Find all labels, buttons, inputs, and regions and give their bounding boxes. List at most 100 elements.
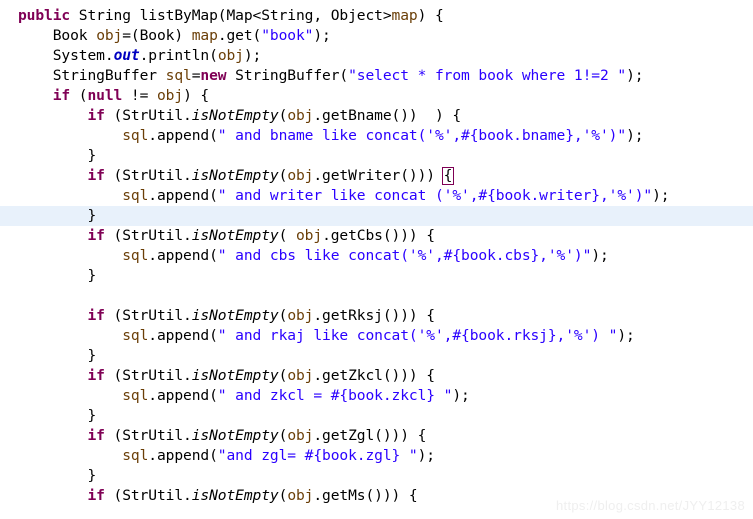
- code-line-content: }: [18, 467, 97, 484]
- code-token: "and zgl= #{book.zgl} ": [217, 447, 418, 464]
- code-line[interactable]: }: [0, 466, 753, 486]
- code-line[interactable]: if (StrUtil.isNotEmpty(obj.getBname()) )…: [0, 106, 753, 126]
- code-line-content: if (StrUtil.isNotEmpty(obj.getBname()) )…: [18, 107, 462, 124]
- code-line[interactable]: }: [0, 346, 753, 366]
- code-line[interactable]: }: [0, 266, 753, 286]
- code-line[interactable]: sql.append("and zgl= #{book.zgl} ");: [0, 446, 753, 466]
- code-line-content: sql.append(" and bname like concat('%',#…: [18, 127, 643, 144]
- code-line[interactable]: sql.append(" and cbs like concat('%',#{b…: [0, 246, 753, 266]
- code-token: obj: [287, 367, 314, 384]
- code-token: map: [191, 27, 218, 44]
- code-token: if: [87, 487, 105, 504]
- code-line[interactable]: Book obj=(Book) map.get("book");: [0, 26, 753, 46]
- code-token: sql: [122, 247, 149, 264]
- code-token: "select * from book where 1!=2 ": [348, 67, 627, 84]
- code-token: isNotEmpty: [191, 367, 279, 384]
- code-token: (: [278, 107, 288, 124]
- code-token: obj: [157, 87, 184, 104]
- code-token: if: [87, 367, 105, 384]
- code-token: " and zkcl = #{book.zkcl} ": [217, 387, 453, 404]
- code-token: (StrUtil.: [104, 227, 192, 244]
- code-line-content: if (StrUtil.isNotEmpty(obj.getZgl())) {: [18, 427, 427, 444]
- code-line[interactable]: }: [0, 146, 753, 166]
- code-line[interactable]: System.out.println(obj);: [0, 46, 753, 66]
- code-line[interactable]: sql.append(" and rkaj like concat('%',#{…: [0, 326, 753, 346]
- code-line[interactable]: if (StrUtil.isNotEmpty(obj.getZkcl())) {: [0, 366, 753, 386]
- code-token: .append(: [148, 327, 218, 344]
- code-token: (StrUtil.: [104, 427, 192, 444]
- code-line[interactable]: public String listByMap(Map<String, Obje…: [0, 6, 753, 26]
- code-token: sql: [122, 387, 149, 404]
- code-token: obj: [287, 107, 314, 124]
- code-token: obj: [217, 47, 244, 64]
- code-token: StringBuffer: [52, 67, 166, 84]
- code-token: .append(: [148, 387, 218, 404]
- code-token: sql: [122, 187, 149, 204]
- source-code-text[interactable]: public String listByMap(Map<String, Obje…: [0, 6, 753, 506]
- code-token: }: [87, 207, 97, 224]
- code-token: null: [87, 87, 123, 104]
- code-token: sql: [122, 327, 149, 344]
- code-token: ) {: [183, 87, 210, 104]
- code-token: isNotEmpty: [191, 167, 279, 184]
- code-token: if: [87, 227, 105, 244]
- code-token: .append(: [148, 447, 218, 464]
- code-line-content: if (StrUtil.isNotEmpty(obj.getZkcl())) {: [18, 367, 436, 384]
- code-token: (: [278, 427, 288, 444]
- bracket-match-highlight: {: [441, 167, 455, 185]
- code-token: .getZkcl())) {: [313, 367, 435, 384]
- code-token: " and bname like concat('%',#{book.bname…: [217, 127, 627, 144]
- code-line-content: if (StrUtil.isNotEmpty( obj.getCbs())) {: [18, 227, 436, 244]
- code-token: );: [417, 447, 435, 464]
- code-token: String listByMap(Map<String, Object>: [70, 7, 392, 24]
- code-token: .append(: [148, 247, 218, 264]
- code-token: " and cbs like concat('%',#{book.cbs},'%…: [217, 247, 592, 264]
- code-token: .append(: [148, 187, 218, 204]
- code-token: );: [452, 387, 470, 404]
- code-line[interactable]: if (StrUtil.isNotEmpty(obj.getZgl())) {: [0, 426, 753, 446]
- code-token: obj: [287, 167, 314, 184]
- code-line-current[interactable]: }: [0, 206, 753, 226]
- code-token: Book: [52, 27, 97, 44]
- code-line[interactable]: if (StrUtil.isNotEmpty( obj.getCbs())) {: [0, 226, 753, 246]
- code-token: isNotEmpty: [191, 427, 279, 444]
- code-line[interactable]: StringBuffer sql=new StringBuffer("selec…: [0, 66, 753, 86]
- code-line[interactable]: if (StrUtil.isNotEmpty(obj.getWriter()))…: [0, 166, 753, 186]
- code-token: map: [391, 7, 418, 24]
- code-line-content: sql.append(" and zkcl = #{book.zkcl} ");: [18, 387, 470, 404]
- code-token: if: [52, 87, 71, 104]
- code-line-content: if (StrUtil.isNotEmpty(obj.getRksj())) {: [18, 307, 436, 324]
- code-token: );: [313, 27, 331, 44]
- code-line[interactable]: sql.append(" and bname like concat('%',#…: [0, 126, 753, 146]
- code-token: );: [626, 127, 644, 144]
- code-line[interactable]: }: [0, 406, 753, 426]
- code-token: obj: [287, 487, 314, 504]
- code-line-content: }: [18, 147, 97, 164]
- code-token: sql: [165, 67, 192, 84]
- code-token: isNotEmpty: [191, 227, 279, 244]
- code-line[interactable]: [0, 286, 753, 306]
- code-token: (: [278, 307, 288, 324]
- code-token: }: [87, 267, 97, 284]
- code-line[interactable]: sql.append(" and writer like concat ('%'…: [0, 186, 753, 206]
- code-token: " and rkaj like concat('%',#{book.rksj},…: [217, 327, 618, 344]
- code-line[interactable]: sql.append(" and zkcl = #{book.zkcl} ");: [0, 386, 753, 406]
- code-token: isNotEmpty: [191, 307, 279, 324]
- code-line[interactable]: if (StrUtil.isNotEmpty(obj.getMs())) {: [0, 486, 753, 506]
- code-line[interactable]: if (null != obj) {: [0, 86, 753, 106]
- code-line[interactable]: if (StrUtil.isNotEmpty(obj.getRksj())) {: [0, 306, 753, 326]
- code-editor-viewport[interactable]: public String listByMap(Map<String, Obje…: [0, 0, 753, 519]
- code-token: isNotEmpty: [191, 107, 279, 124]
- code-line-content: sql.append(" and rkaj like concat('%',#{…: [18, 327, 635, 344]
- code-token: (StrUtil.: [104, 107, 192, 124]
- code-token: obj: [287, 427, 314, 444]
